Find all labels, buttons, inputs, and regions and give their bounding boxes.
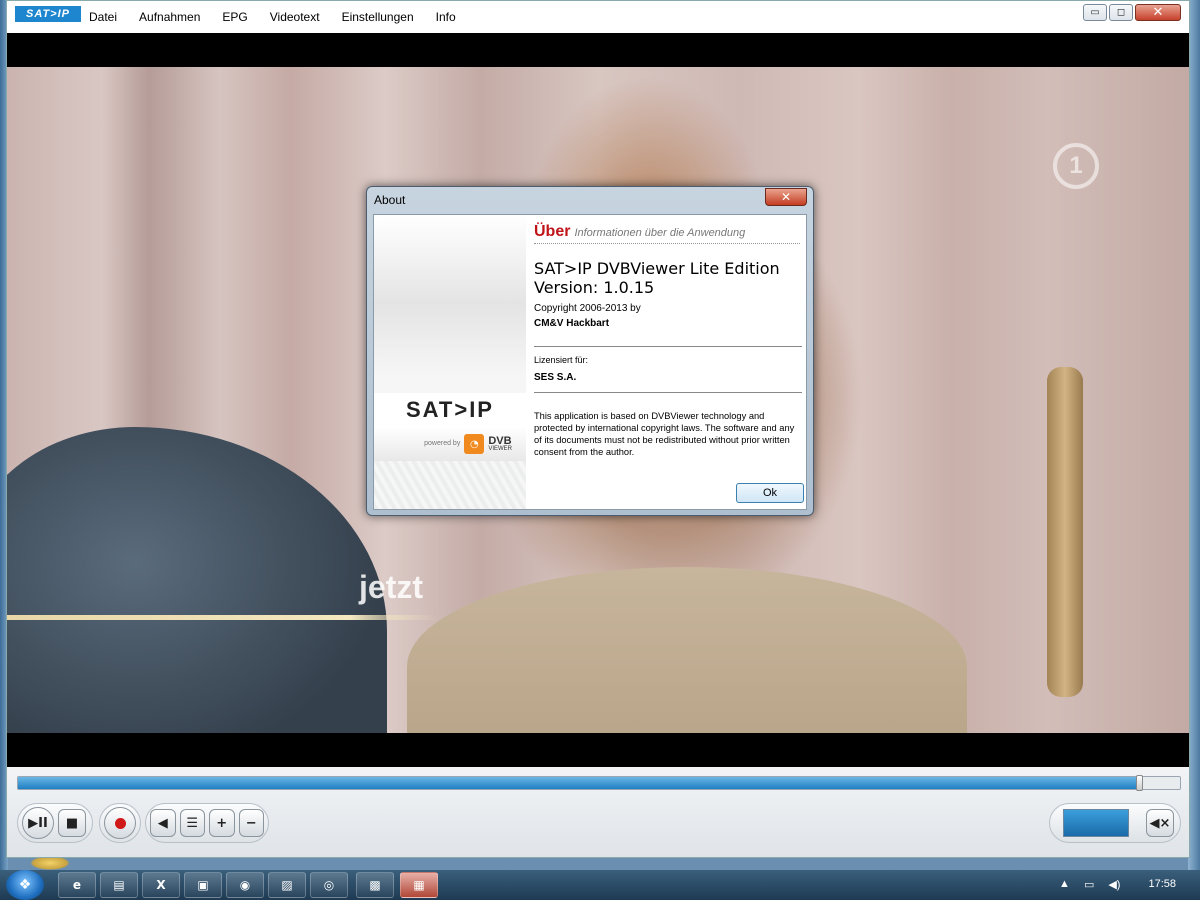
menu-info[interactable]: Info [436, 10, 467, 24]
company-name: CM&V Hackbart [534, 318, 610, 329]
desktop-icon[interactable] [30, 856, 70, 870]
dialog-content: Über Informationen über die Anwendung SAT… [534, 215, 804, 509]
minus-button[interactable]: − [238, 809, 264, 837]
taskbar-chrome-icon[interactable]: ◎ [310, 872, 348, 898]
taskbar-firefox-icon[interactable]: ◉ [226, 872, 264, 898]
previous-button[interactable]: ◀ [150, 809, 176, 837]
dvb-viewer-logo: DVB VIEWER [488, 435, 512, 453]
dialog-close-button[interactable]: ✕ [765, 188, 807, 206]
record-group [99, 803, 141, 843]
taskbar-excel-icon[interactable]: X [142, 872, 180, 898]
taskbar-explorer-icon[interactable]: ▤ [100, 872, 138, 898]
woman-scene [407, 567, 967, 733]
door-handle-scene [1047, 367, 1083, 697]
record-icon [114, 817, 126, 829]
menu-datei[interactable]: Datei [89, 10, 128, 24]
mute-button[interactable]: ◀× [1146, 809, 1174, 837]
seek-handle[interactable] [1136, 775, 1144, 791]
menu-einstellungen[interactable]: Einstellungen [342, 10, 425, 24]
sat-ip-logo: SAT>IP [15, 6, 81, 22]
sat-ip-brand-logo: SAT>IP [374, 393, 526, 427]
taskbar-tool-icon[interactable]: ▨ [268, 872, 306, 898]
about-dialog: About ✕ SAT>IP powered by ◔ DVB VIEWER Üb… [366, 186, 814, 516]
menu-videotext[interactable]: Videotext [270, 10, 331, 24]
clock[interactable]: 17:58 [1148, 878, 1176, 891]
taskbar-dvbviewer-icon[interactable]: ▩ [356, 872, 394, 898]
player-controls: ▶II ■ ◀ ☰ + − ◀× [7, 767, 1189, 857]
tray-expand-icon[interactable]: ▲ [1059, 878, 1070, 891]
licensee-name: SES S.A. [534, 372, 577, 383]
channel-logo-icon: 1 [1053, 143, 1099, 189]
taskbar: ❖ e ▤ X ▣ ◉ ▨ ◎ ▩ ▦ ▲ ▭ ◀) 17:58 [0, 870, 1200, 900]
start-button[interactable]: ❖ [6, 870, 44, 900]
legal-notice: This application is based on DVBViewer t… [534, 411, 795, 457]
playback-group: ▶II ■ [17, 803, 93, 843]
divider [534, 346, 802, 347]
window-controls: ▭ ◻ ✕ [1083, 4, 1181, 21]
speaker-icon[interactable]: ◀) [1108, 878, 1120, 891]
ok-button[interactable]: Ok [736, 483, 804, 503]
taskbar-ie-icon[interactable]: e [58, 872, 96, 898]
foreground-figure-scene [7, 427, 387, 733]
product-info: SAT>IP DVBViewer Lite Edition Version: 1… [534, 259, 780, 297]
licensed-label: Lizensiert für: [534, 355, 589, 365]
record-button[interactable] [104, 807, 136, 839]
minimize-button[interactable]: ▭ [1083, 4, 1107, 21]
stop-button[interactable]: ■ [58, 809, 86, 837]
dialog-header: Über Informationen über die Anwendung [534, 221, 800, 244]
dvbviewer-logo-icon: ◔ [464, 434, 485, 454]
close-button[interactable]: ✕ [1135, 4, 1181, 21]
powered-by-badge: powered by ◔ DVB VIEWER [374, 427, 526, 461]
dialog-title: About [374, 193, 406, 207]
dialog-side-panel: SAT>IP powered by ◔ DVB VIEWER [374, 215, 526, 509]
taskbar-app-icon[interactable]: ▣ [184, 872, 222, 898]
copyright-text: Copyright 2006-2013 by [534, 303, 641, 314]
seek-progress [18, 777, 1140, 789]
play-pause-button[interactable]: ▶II [22, 807, 54, 839]
menu-aufnahmen[interactable]: Aufnahmen [139, 10, 211, 24]
divider [534, 392, 802, 393]
volume-slider[interactable] [1063, 809, 1129, 837]
maximize-button[interactable]: ◻ [1109, 4, 1133, 21]
taskbar-satip-icon[interactable]: ▦ [400, 872, 438, 898]
powered-by-label: powered by [424, 440, 461, 447]
product-name: SAT>IP DVBViewer Lite Edition [534, 259, 780, 278]
seek-bar[interactable] [17, 775, 1181, 791]
dialog-body: SAT>IP powered by ◔ DVB VIEWER Über Inform… [373, 214, 807, 510]
header-title: Über [534, 223, 571, 240]
network-icon[interactable]: ▭ [1084, 878, 1094, 891]
menu-epg[interactable]: EPG [222, 10, 258, 24]
channel-list-button[interactable]: ☰ [179, 809, 205, 837]
overlay-line [7, 615, 437, 620]
side-pattern [374, 461, 526, 509]
overlay-text: jetzt [359, 569, 423, 605]
plus-button[interactable]: + [209, 809, 235, 837]
header-subtitle: Informationen über die Anwendung [574, 227, 746, 239]
system-tray: ▲ ▭ ◀) 17:58 [1059, 878, 1192, 891]
navigation-group: ◀ ☰ + − [145, 803, 269, 843]
menu-bar: SAT>IP Datei Aufnahmen EPG Videotext Ein… [7, 1, 1189, 33]
main-menu: Datei Aufnahmen EPG Videotext Einstellun… [89, 10, 478, 24]
product-version: Version: 1.0.15 [534, 278, 655, 297]
